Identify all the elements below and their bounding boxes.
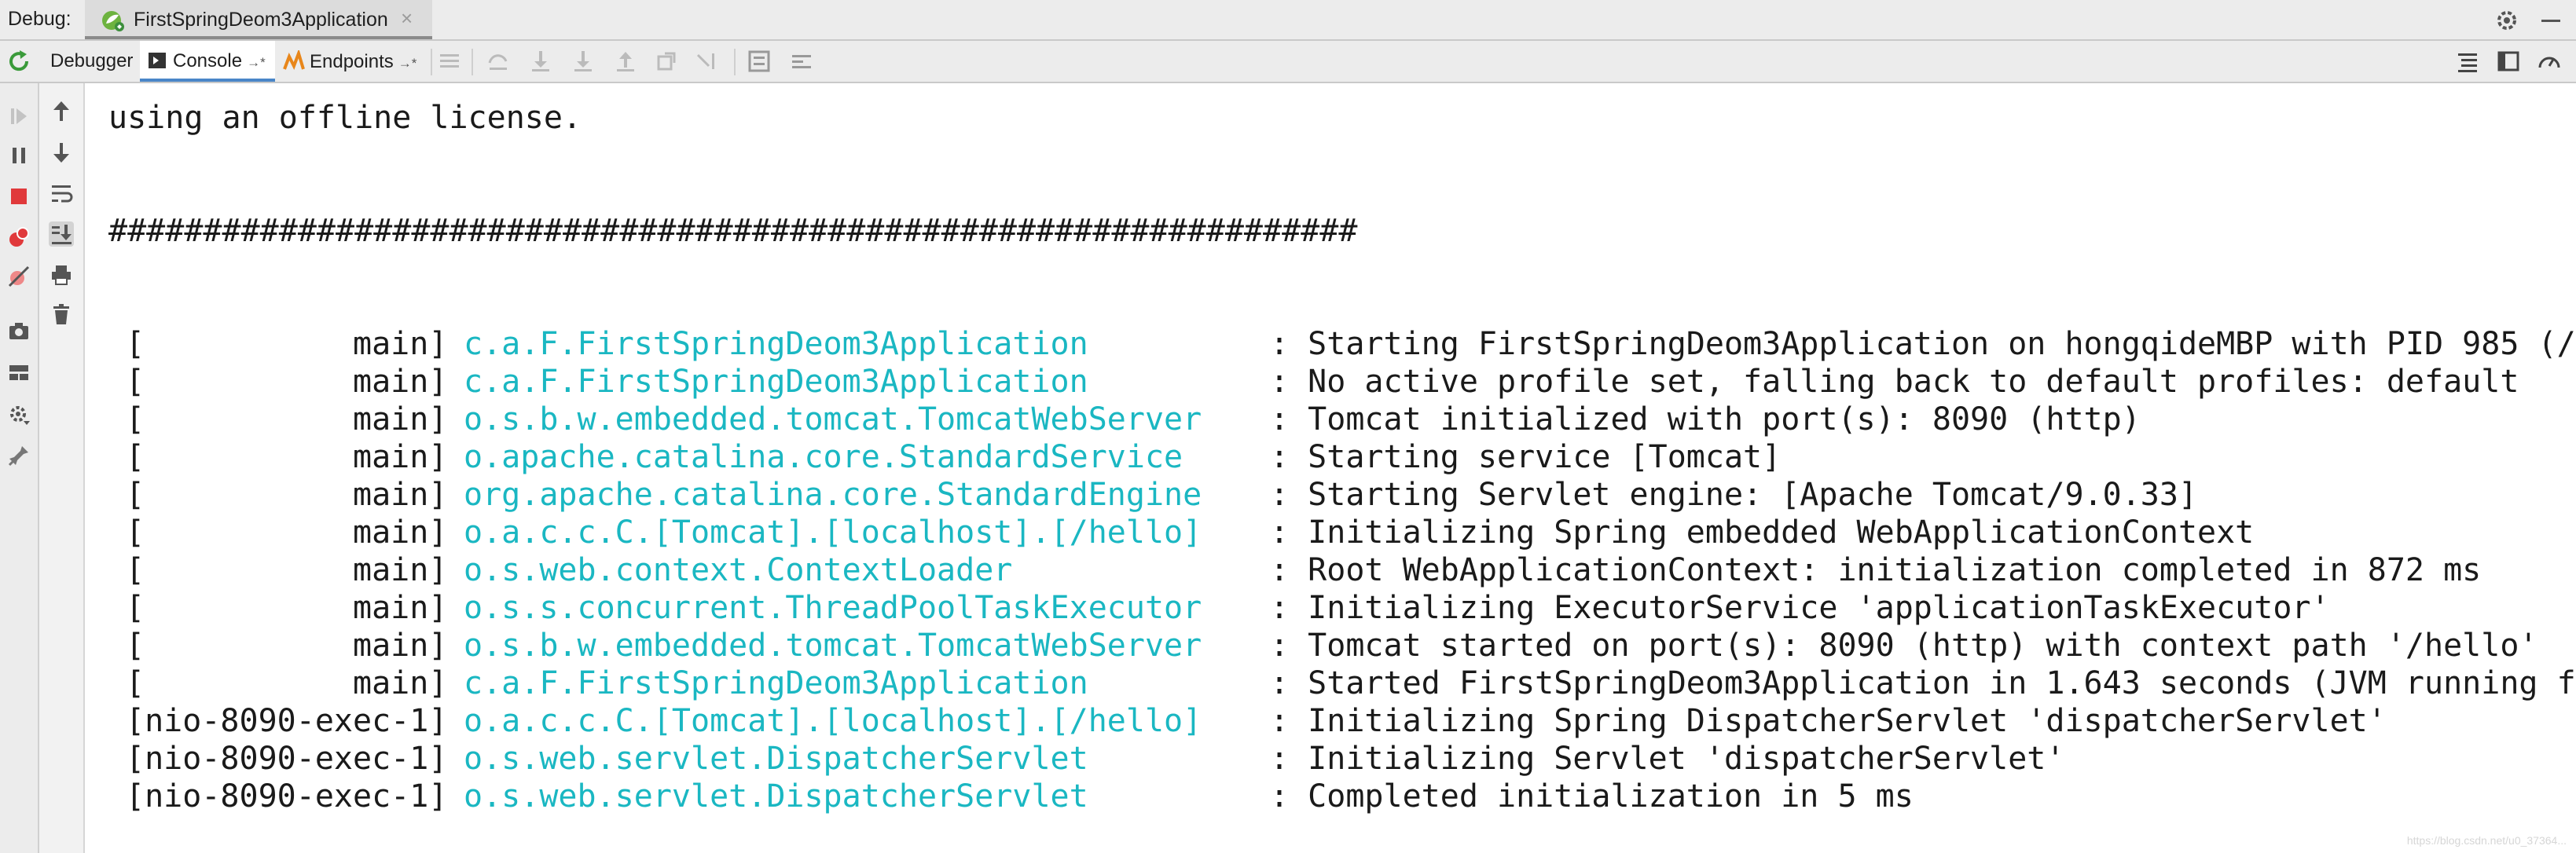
trash-icon[interactable] [49, 302, 74, 327]
trace-current-stream-icon[interactable] [789, 49, 814, 74]
toolbar-separator [734, 49, 736, 75]
console-line: using an offline license. [108, 100, 582, 136]
log-logger[interactable]: o.a.c.c.C.[Tomcat].[localhost].[/hello] [464, 702, 1202, 740]
stop-icon[interactable] [6, 184, 31, 209]
session-tab[interactable]: FirstSpringDeom3Application × [85, 0, 432, 39]
log-thread: [ main] [126, 401, 448, 437]
log-thread: [ main] [126, 364, 448, 400]
debug-label: Debug: [8, 8, 72, 30]
log-message: : Initializing ExecutorService 'applicat… [1270, 590, 2330, 626]
log-logger[interactable]: o.a.c.c.C.[Tomcat].[localhost].[/hello] [464, 514, 1202, 551]
log-logger[interactable]: c.a.F.FirstSpringDeom3Application [464, 363, 1088, 401]
watermark: https://blog.csdn.net/u0_37364... [2406, 834, 2567, 847]
soft-wrap-icon[interactable] [49, 181, 74, 206]
scroll-to-end-icon[interactable] [49, 221, 74, 247]
log-logger[interactable]: o.s.s.concurrent.ThreadPoolTaskExecutor [464, 589, 1202, 627]
show-execution-point-icon[interactable] [437, 49, 462, 74]
debug-toolbar: Debugger Console →* Endpoints →* [0, 41, 2576, 83]
log-message: : Tomcat initialized with port(s): 8090 … [1270, 401, 2141, 437]
toolbar-separator [472, 49, 473, 75]
restore-layout-icon[interactable] [6, 360, 31, 385]
log-message: : Tomcat started on port(s): 8090 (http)… [1270, 628, 2538, 664]
log-logger[interactable]: o.s.web.context.ContextLoader [464, 551, 1012, 589]
step-out-icon[interactable] [613, 49, 638, 74]
rerun-icon[interactable] [6, 49, 31, 74]
view-breakpoints-icon[interactable] [6, 225, 31, 250]
restore-layout-icon[interactable] [2496, 49, 2521, 74]
close-icon[interactable]: × [401, 6, 413, 31]
camera-icon[interactable] [6, 319, 31, 344]
log-message: : Starting service [Tomcat] [1270, 439, 1782, 475]
pin-tab-icon[interactable]: →* [398, 56, 417, 71]
log-thread: [ main] [126, 514, 448, 551]
toolbar-separator [431, 49, 432, 75]
session-tab-label: FirstSpringDeom3Application [134, 9, 388, 31]
run-to-cursor-icon[interactable] [695, 49, 720, 74]
step-over-icon[interactable] [486, 49, 511, 74]
log-thread: [ main] [126, 628, 448, 664]
endpoints-icon [283, 48, 305, 70]
tab-console-label: Console [173, 50, 243, 71]
mute-breakpoints-icon[interactable] [6, 264, 31, 289]
memory-gauge-icon[interactable] [2537, 49, 2562, 74]
log-logger[interactable]: c.a.F.FirstSpringDeom3Application [464, 664, 1088, 702]
log-thread: [ main] [126, 477, 448, 513]
log-logger[interactable]: o.s.web.servlet.DispatcherServlet [464, 778, 1088, 815]
up-arrow-icon[interactable] [49, 99, 74, 124]
tab-debugger-label: Debugger [50, 50, 134, 71]
tab-debugger[interactable]: Debugger [42, 41, 137, 82]
log-thread: [nio-8090-exec-1] [126, 778, 448, 815]
log-message: : Completed initialization in 5 ms [1270, 778, 1914, 815]
spring-app-icon [102, 11, 124, 31]
log-thread: [ main] [126, 439, 448, 475]
log-message: : Started FirstSpringDeom3Application in… [1270, 665, 2576, 701]
print-icon[interactable] [49, 262, 74, 287]
resume-icon[interactable] [6, 104, 31, 129]
pause-icon[interactable] [6, 143, 31, 168]
minimize-icon[interactable] [2537, 6, 2565, 35]
log-thread: [ main] [126, 665, 448, 701]
step-into-icon[interactable] [528, 49, 553, 74]
drop-frame-icon[interactable] [654, 49, 679, 74]
pin-tab-icon[interactable]: →* [247, 55, 266, 70]
log-logger[interactable]: c.a.F.FirstSpringDeom3Application [464, 325, 1088, 363]
log-message: : No active profile set, falling back to… [1270, 364, 2519, 400]
console-actions-sidebar [39, 83, 85, 853]
tab-endpoints-label: Endpoints [310, 51, 394, 72]
log-message: : Starting FirstSpringDeom3Application o… [1270, 326, 2576, 362]
log-logger[interactable]: o.s.b.w.embedded.tomcat.TomcatWebServer [464, 401, 1202, 438]
down-arrow-icon[interactable] [49, 140, 74, 165]
pin-icon[interactable] [6, 443, 31, 468]
settings-icon[interactable] [6, 402, 31, 427]
log-thread: [ main] [126, 326, 448, 362]
log-thread: [nio-8090-exec-1] [126, 703, 448, 739]
log-logger[interactable]: org.apache.catalina.core.StandardEngine [464, 476, 1202, 514]
console-output[interactable]: using an offline license. ##############… [85, 83, 2576, 853]
log-message: : Starting Servlet engine: [Apache Tomca… [1270, 477, 2198, 513]
log-message: : Initializing Spring DispatcherServlet … [1270, 703, 2387, 739]
log-thread: [ main] [126, 590, 448, 626]
tab-endpoints[interactable]: Endpoints →* [278, 41, 427, 82]
tab-console[interactable]: Console →* [140, 41, 275, 82]
log-thread: [ main] [126, 552, 448, 588]
console-line: ########################################… [108, 213, 1358, 249]
debug-actions-sidebar [0, 83, 39, 853]
console-icon [149, 53, 166, 68]
log-thread: [nio-8090-exec-1] [126, 741, 448, 777]
log-logger[interactable]: o.s.b.w.embedded.tomcat.TomcatWebServer [464, 627, 1202, 664]
force-step-into-icon[interactable] [571, 49, 596, 74]
log-message: : Root WebApplicationContext: initializa… [1270, 552, 2482, 588]
log-message: : Initializing Servlet 'dispatcherServle… [1270, 741, 2065, 777]
soft-wrap-icon[interactable] [2455, 49, 2480, 74]
log-message: : Initializing Spring embedded WebApplic… [1270, 514, 2255, 551]
log-logger[interactable]: o.s.web.servlet.DispatcherServlet [464, 740, 1088, 778]
log-logger[interactable]: o.apache.catalina.core.StandardService [464, 438, 1183, 476]
evaluate-expression-icon[interactable] [747, 49, 772, 74]
debug-title-bar: Debug: FirstSpringDeom3Application × [0, 0, 2576, 41]
gear-icon[interactable] [2493, 6, 2521, 35]
